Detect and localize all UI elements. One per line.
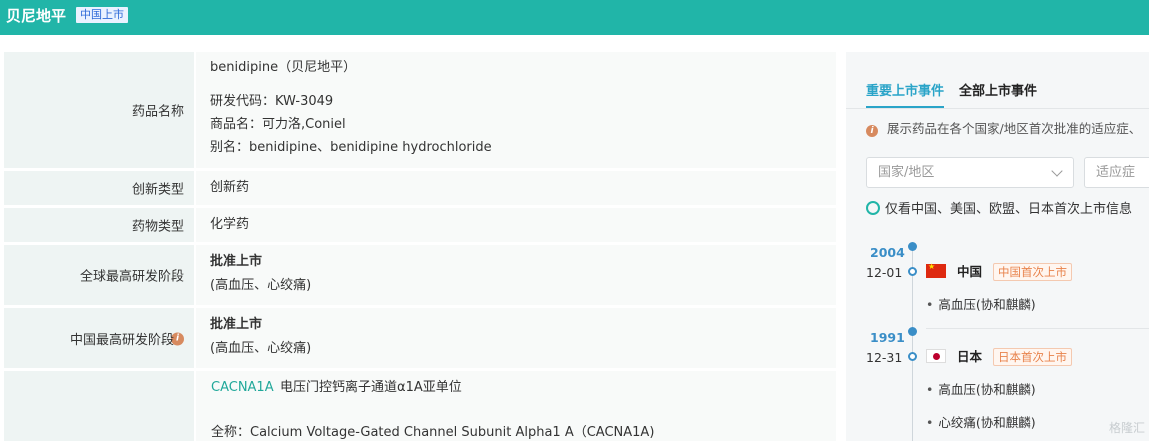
target-full-name: 全称：Calcium Voltage-Gated Channel Subunit…: [211, 425, 655, 440]
japan-flag-icon: [926, 349, 946, 363]
drug-details-table: 药品名称 benidipine（贝尼地平） 研发代码：KW-3049 商品名：可…: [4, 52, 836, 441]
event-country: 日本: [957, 349, 983, 364]
indication-select-placeholder: 适应症: [1096, 165, 1136, 180]
timeline-year-dot: [908, 327, 917, 336]
event-year: 1991: [870, 330, 905, 345]
major-markets-toggle[interactable]: 仅看中国、美国、欧盟、日本首次上市信息: [866, 201, 1132, 219]
china-flag-icon: [926, 262, 946, 278]
event-country: 中国: [957, 264, 983, 279]
tab-all-events[interactable]: 全部上市事件: [959, 83, 1037, 101]
events-note: i 展示药品在各个国家/地区首次批准的适应症、: [866, 120, 1141, 138]
target-description: 电压门控钙离子通道α1A亚单位: [280, 380, 462, 395]
chevron-down-icon: [1051, 165, 1063, 177]
china-stage-value: 批准上市: [210, 317, 263, 332]
event-date: 12-01: [866, 265, 903, 280]
event-year: 2004: [870, 245, 905, 260]
tab-key-events[interactable]: 重要上市事件: [866, 83, 944, 101]
drug-trade-name: 商品名：可力洛,Coniel: [210, 117, 346, 132]
label-global-stage: 全球最高研发阶段: [79, 269, 184, 285]
row-china-stage: 中国最高研发阶段 i 批准上市 (高血压、心绞痛): [4, 308, 836, 368]
drug-alias: 别名：benidipine、benidipine hydrochloride: [210, 140, 492, 155]
event-indication: 高血压(协和麒麟): [926, 297, 1035, 313]
timeline-year-dot: [908, 242, 917, 251]
global-stage-indications: (高血压、心绞痛): [210, 278, 312, 293]
timeline-line: [912, 248, 913, 441]
label-innovation-type: 创新类型: [131, 182, 184, 198]
country-select-placeholder: 国家/地区: [878, 165, 935, 180]
timeline-event-dot: [908, 352, 917, 361]
info-icon: i: [866, 125, 878, 137]
label-drug-type: 药物类型: [131, 219, 184, 235]
event-indication: 心绞痛(协和麒麟): [926, 415, 1035, 431]
label-china-stage: 中国最高研发阶段: [69, 332, 174, 348]
indication-select[interactable]: 适应症: [1084, 157, 1149, 188]
row-target: CACNA1A 电压门控钙离子通道α1A亚单位 全称：Calcium Volta…: [4, 371, 836, 441]
innovation-type-value: 创新药: [210, 180, 250, 195]
header-bar: 贝尼地平 中国上市: [0, 0, 1149, 35]
timeline-event-dot: [908, 267, 917, 276]
event-date: 12-31: [866, 350, 903, 365]
country-select[interactable]: 国家/地区: [866, 157, 1074, 188]
status-tag: 中国上市: [76, 7, 128, 23]
drug-primary-name: benidipine（贝尼地平）: [210, 60, 357, 75]
event-divider: [926, 328, 1149, 329]
target-gene-link[interactable]: CACNA1A: [211, 379, 274, 397]
row-drug-type: 药物类型 化学药: [4, 208, 836, 242]
watermark-logo: 格隆汇: [1108, 421, 1145, 435]
launch-events-panel: 重要上市事件 全部上市事件 i 展示药品在各个国家/地区首次批准的适应症、 国家/…: [846, 52, 1149, 441]
drug-code: 研发代码：KW-3049: [210, 94, 334, 109]
row-drug-name: 药品名称 benidipine（贝尼地平） 研发代码：KW-3049 商品名：可…: [4, 52, 836, 168]
label-drug-name: 药品名称: [131, 104, 184, 120]
first-launch-badge: 中国首次上市: [993, 263, 1072, 281]
drug-type-value: 化学药: [210, 217, 250, 232]
row-innovation-type: 创新类型 创新药: [4, 171, 836, 205]
global-stage-value: 批准上市: [210, 254, 263, 269]
china-stage-indications: (高血压、心绞痛): [210, 341, 312, 356]
radio-ring-icon: [866, 201, 880, 215]
event-indication: 高血压(协和麒麟): [926, 382, 1035, 398]
page-title: 贝尼地平: [6, 7, 67, 25]
first-launch-badge: 日本首次上市: [993, 348, 1072, 366]
tab-divider: [846, 108, 1149, 109]
row-global-stage: 全球最高研发阶段 批准上市 (高血压、心绞痛): [4, 245, 836, 305]
